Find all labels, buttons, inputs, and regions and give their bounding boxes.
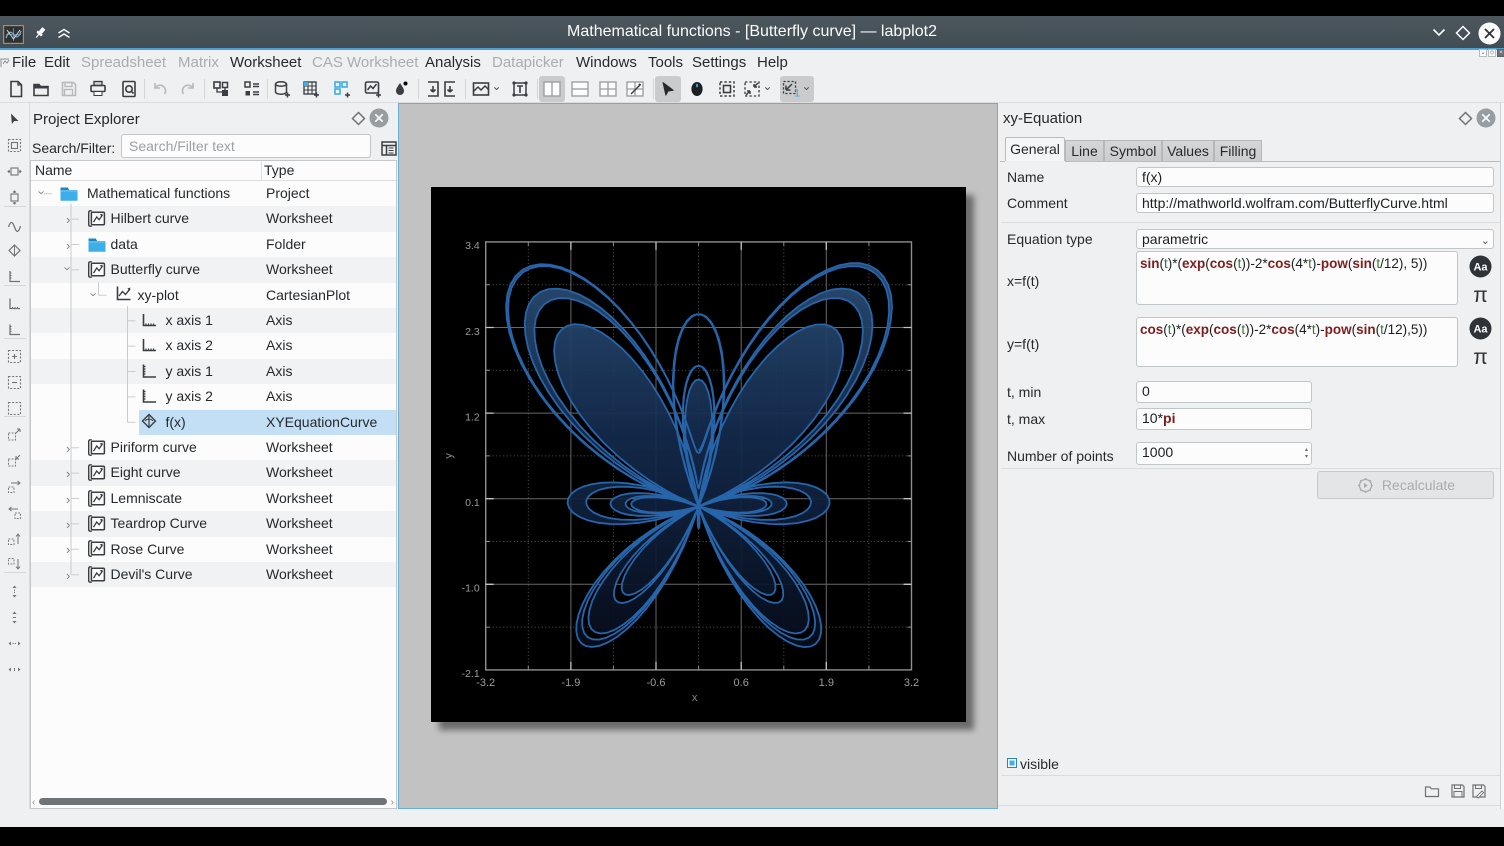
svg-text:3.4: 3.4 (465, 240, 480, 252)
svg-text:0.1: 0.1 (465, 497, 480, 509)
svg-text:y: y (443, 453, 455, 459)
svg-text:Aa: Aa (1473, 324, 1488, 336)
svg-text:2.3: 2.3 (465, 326, 480, 338)
svg-text:0.6: 0.6 (734, 677, 749, 689)
svg-text:3.2: 3.2 (904, 677, 919, 689)
svg-text:1.9: 1.9 (819, 677, 834, 689)
svg-text:1: 1 (794, 88, 800, 99)
svg-text:-1.0: -1.0 (462, 583, 480, 595)
svg-text:-0.6: -0.6 (647, 677, 666, 689)
svg-text:x: x (692, 692, 698, 704)
svg-text:-3.2: -3.2 (476, 677, 495, 689)
svg-text:Aa: Aa (1473, 262, 1488, 274)
svg-text:1.2: 1.2 (465, 411, 480, 423)
svg-text:-1.9: -1.9 (561, 677, 580, 689)
